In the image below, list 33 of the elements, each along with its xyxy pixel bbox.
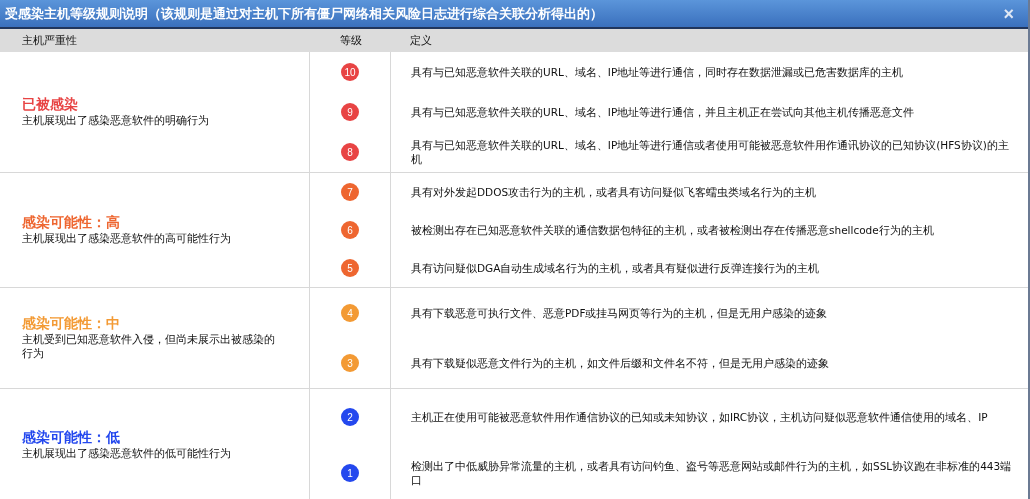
level-badge: 7 [341,183,359,201]
severity-title: 感染可能性：中 [22,315,121,333]
severity-description: 主机展现出了感染恶意软件的低可能性行为 [22,447,232,461]
severity-description: 主机展现出了感染恶意软件的明确行为 [22,114,210,128]
level-badge: 6 [341,221,359,239]
level-badge: 2 [341,408,359,426]
severity-title: 感染可能性：高 [22,214,121,233]
level-badge: 1 [341,464,359,482]
level-badge: 5 [341,259,359,277]
window-title: 受感染主机等级规则说明（该规则是通过对主机下所有僵尸网络相关风险日志进行综合关联分析得出的） [5,4,603,23]
definition-text: 具有与已知恶意软件关联的URL、域名、IP地址等进行通信，同时存在数据泄漏或已危害数据库的主机 [411,64,904,80]
level-badge: 9 [341,103,359,121]
column-header: 主机严重性 [21,33,78,48]
level-badge: 10 [341,63,359,81]
column-header: 等级 [339,33,363,48]
level-badge: 8 [341,143,359,161]
definition-text: 具有与已知恶意软件关联的URL、域名、IP地址等进行通信，并且主机正在尝试向其他主机传播恶意文件 [411,104,915,120]
close-button[interactable]: × [999,4,1018,23]
severity-title: 已被感染 [22,96,79,115]
definition-text: 具有下载恶意可执行文件、恶意PDF或挂马网页等行为的主机，但是无用户感染的迹象 [411,305,828,321]
definition-text: 具有下载疑似恶意文件行为的主机，如文件后缀和文件名不符，但是无用户感染的迹象 [411,355,829,371]
definition-text: 具有与已知恶意软件关联的URL、域名、IP地址等进行通信或者使用可能被恶意软件用作通讯协议的已知协议(HFS协议)的主机 [411,137,1010,167]
severity-description: 主机展现出了感染恶意软件的高可能性行为 [22,232,232,246]
column-header: 定义 [410,33,432,48]
severity-title: 感染可能性：低 [22,429,121,448]
level-badge: 4 [341,304,359,322]
definition-text: 具有访问疑似DGA自动生成域名行为的主机，或者具有疑似进行反弹连接行为的主机 [411,260,820,276]
definition-text: 主机正在使用可能被恶意软件用作通信协议的已知或未知协议，如IRC协议，主机访问疑似恶意软件通信使用的域名、IP [411,409,988,425]
definition-text: 检测出了中低威胁异常流量的主机，或者具有访问钓鱼、盗号等恶意网站或邮件行为的主机，如SSL协议跑在非标准的443端口 [411,458,1013,488]
definition-text: 被检测出存在已知恶意软件关联的通信数据包特征的主机，或者被检测出存在传播恶意shellcode行为的主机 [411,222,934,238]
level-badge: 3 [341,354,359,372]
definition-text: 具有对外发起DDOS攻击行为的主机，或者具有访问疑似飞客蠕虫类域名行为的主机 [411,184,817,200]
severity-description: 主机受到已知恶意软件入侵，但尚未展示出被感染的行为 [22,333,276,361]
